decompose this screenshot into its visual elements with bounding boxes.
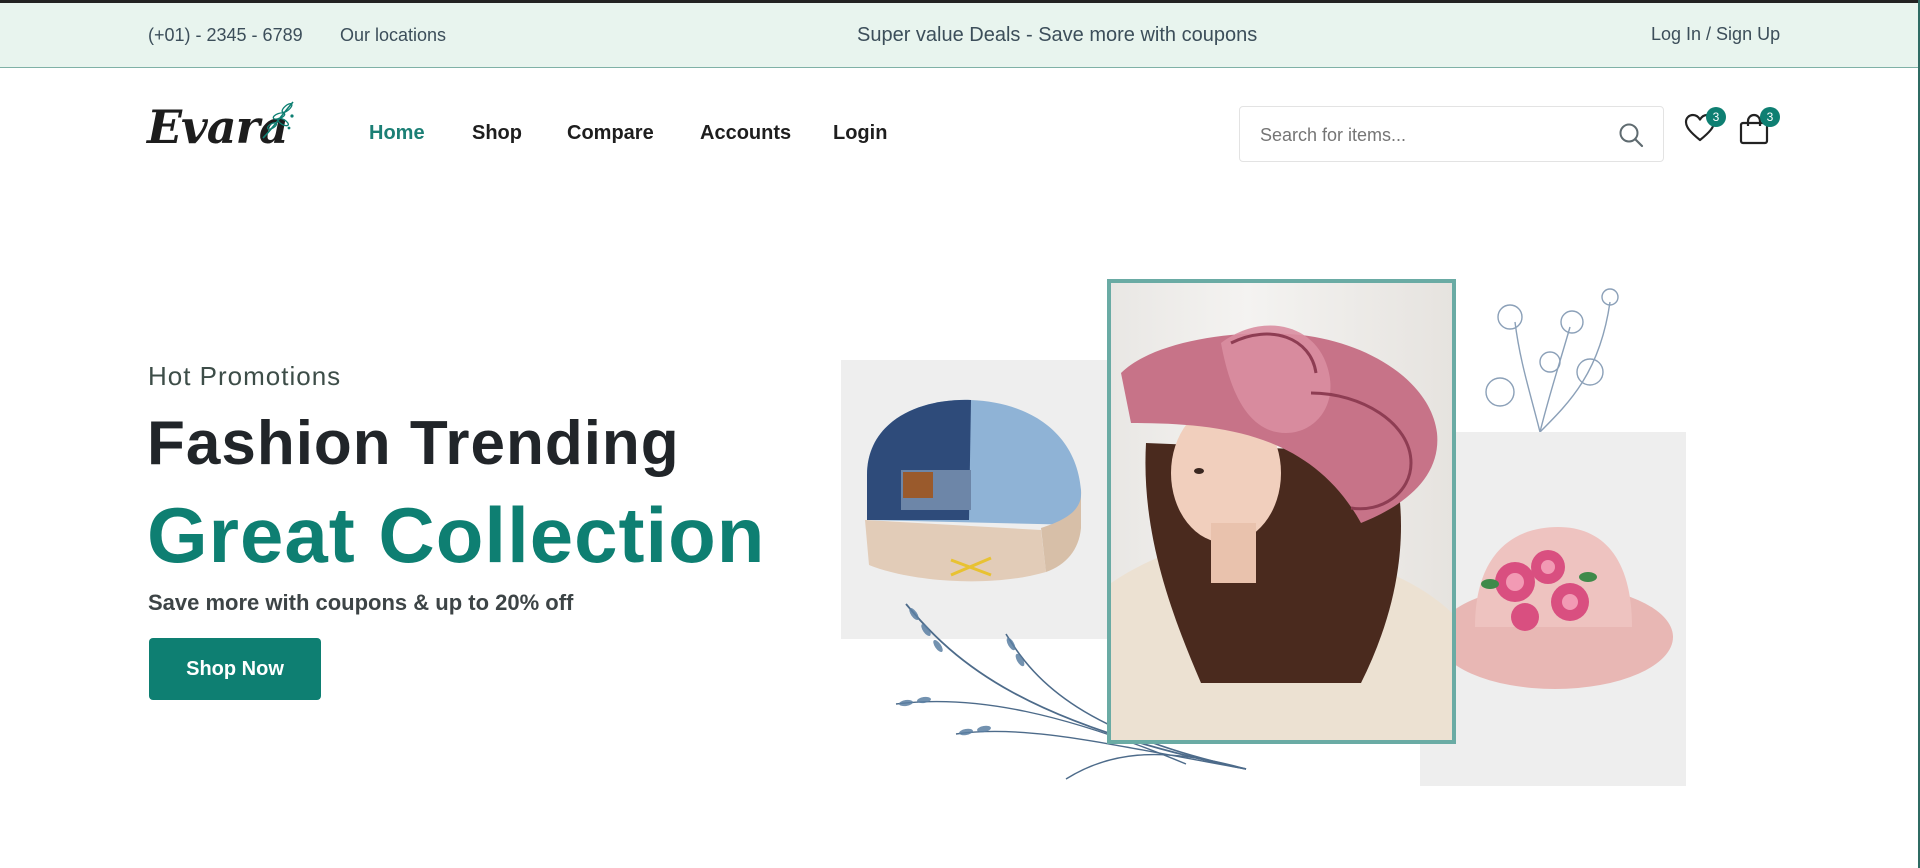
hero-description: Save more with coupons & up to 20% off: [148, 590, 574, 615]
nav-accounts[interactable]: Accounts: [700, 122, 791, 145]
line-flowers-icon: [1485, 288, 1619, 432]
search-icon[interactable]: [1617, 121, 1645, 149]
nav-shop[interactable]: Shop: [472, 122, 522, 145]
phone-number: (+01) - 2345 - 6789: [148, 25, 303, 45]
shop-now-button[interactable]: Shop Now: [149, 638, 321, 700]
leaf-logo-icon: [262, 101, 294, 139]
cart-count-badge: 3: [1760, 107, 1780, 127]
top-bar: (+01) - 2345 - 6789 Our locations Super …: [0, 0, 1920, 68]
woman-in-hat-image: [1111, 325, 1452, 740]
nav-compare[interactable]: Compare: [567, 122, 654, 145]
wishlist-button[interactable]: 3: [1684, 107, 1726, 148]
logo[interactable]: Evara: [147, 100, 294, 154]
hero-title-line1: Fashion Trending: [147, 409, 680, 478]
search-box: [1239, 106, 1664, 162]
pink-flower-hat-image: [1437, 527, 1673, 689]
wishlist-count-badge: 3: [1706, 107, 1726, 127]
login-signup-link[interactable]: Log In / Sign Up: [1651, 24, 1780, 45]
cart-button[interactable]: 3: [1738, 107, 1780, 150]
locations-link[interactable]: Our locations: [340, 25, 446, 46]
nav-home[interactable]: Home: [369, 122, 425, 145]
hero-title-line2: Great Collection: [147, 491, 766, 579]
search-input[interactable]: [1258, 121, 1602, 149]
promo-text: Super value Deals - Save more with coupo…: [857, 24, 1258, 46]
featured-model-image: [1107, 279, 1456, 744]
hero-subtitle: Hot Promotions: [148, 361, 342, 391]
nav-login[interactable]: Login: [833, 122, 887, 145]
product-tile-flower-hat: [1420, 432, 1686, 786]
